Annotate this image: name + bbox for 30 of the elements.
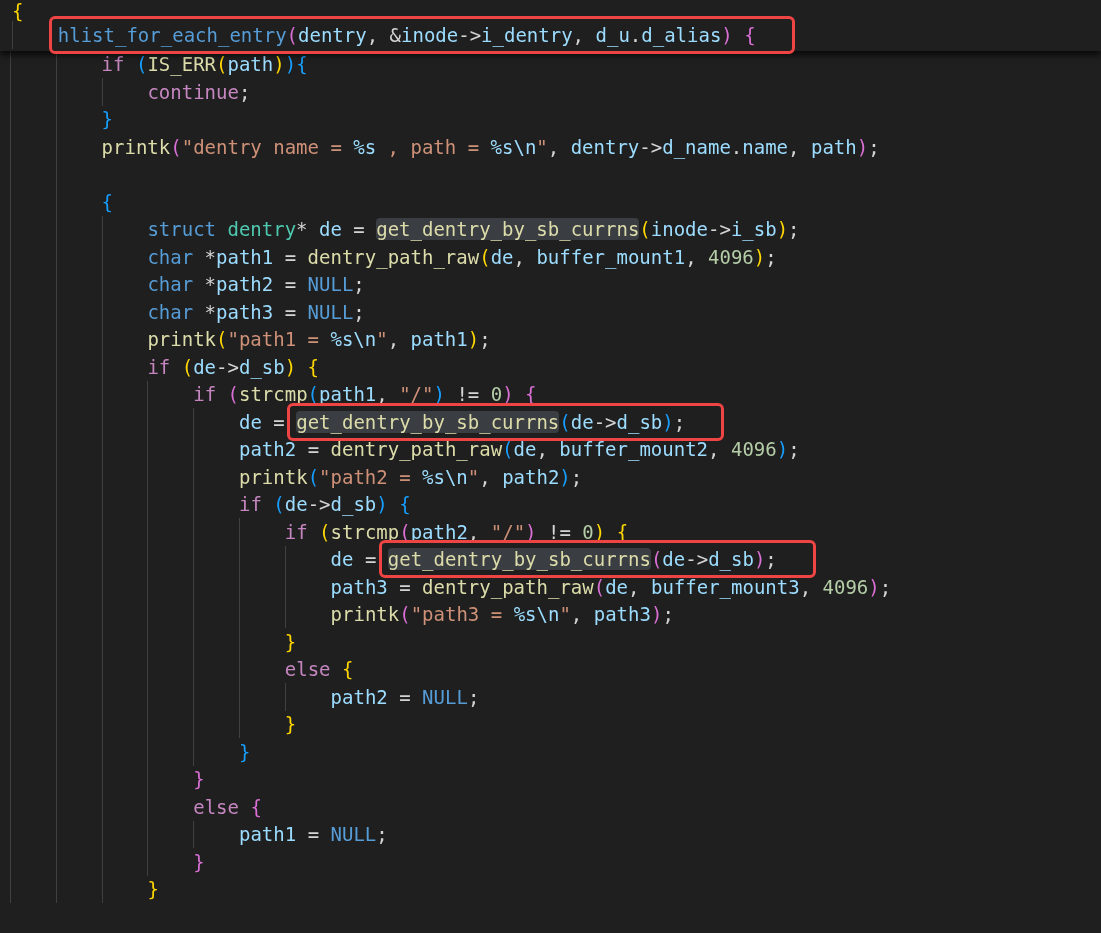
code-text: printk("dentry name = %s , path = %s\n", dentry->d_name.name, path);	[101, 134, 880, 161]
code-text: path1 = NULL;	[239, 822, 388, 847]
code-text: de =	[239, 409, 286, 435]
code-text: else {	[193, 794, 262, 820]
code-text: char *path2 = NULL;	[147, 272, 365, 297]
code-text: de =	[330, 547, 378, 572]
code-text: hlist_for_each_entry(dentry, &inode->i_dentry, d_u.d_alias) {	[57, 22, 756, 49]
code-text: char *path1 = dentry_path_raw(de, buffer_mount1, 4096);	[147, 244, 777, 271]
code-text: printk("path1 = %s\n", path1);	[147, 327, 491, 352]
code-text: path2 = dentry_path_raw(de, buffer_mount2, 4096);	[239, 437, 800, 463]
code-text: if (de->d_sb) {	[239, 492, 411, 518]
code-text: }	[284, 712, 297, 737]
code-text: path3 = dentry_path_raw(de, buffer_mount3, 4096);	[330, 574, 892, 601]
code-text: {	[12, 0, 24, 24]
code-text: else {	[284, 657, 354, 682]
code-text: if (de->d_sb) {	[147, 354, 320, 381]
code-text: }	[284, 629, 297, 655]
code-text: }	[193, 849, 205, 875]
code-text: struct dentry* de = get_dentry_by_sb_currns(inode->i_sb);	[147, 217, 800, 243]
code-text: printk("path2 = %s\n", path2);	[239, 464, 583, 490]
code-text: {	[101, 189, 114, 215]
code-text: }	[101, 107, 114, 132]
code-text: }	[239, 739, 251, 765]
code-text: if (IS_ERR(path)){	[101, 52, 308, 78]
code-text: continue;	[147, 79, 251, 105]
code-text: }	[193, 767, 205, 792]
code-text: }	[147, 877, 159, 902]
code-text: printk("path3 = %s\n", path3);	[330, 602, 674, 627]
code-text: path2 = NULL;	[330, 684, 480, 710]
code-text: char *path3 = NULL;	[147, 299, 365, 325]
